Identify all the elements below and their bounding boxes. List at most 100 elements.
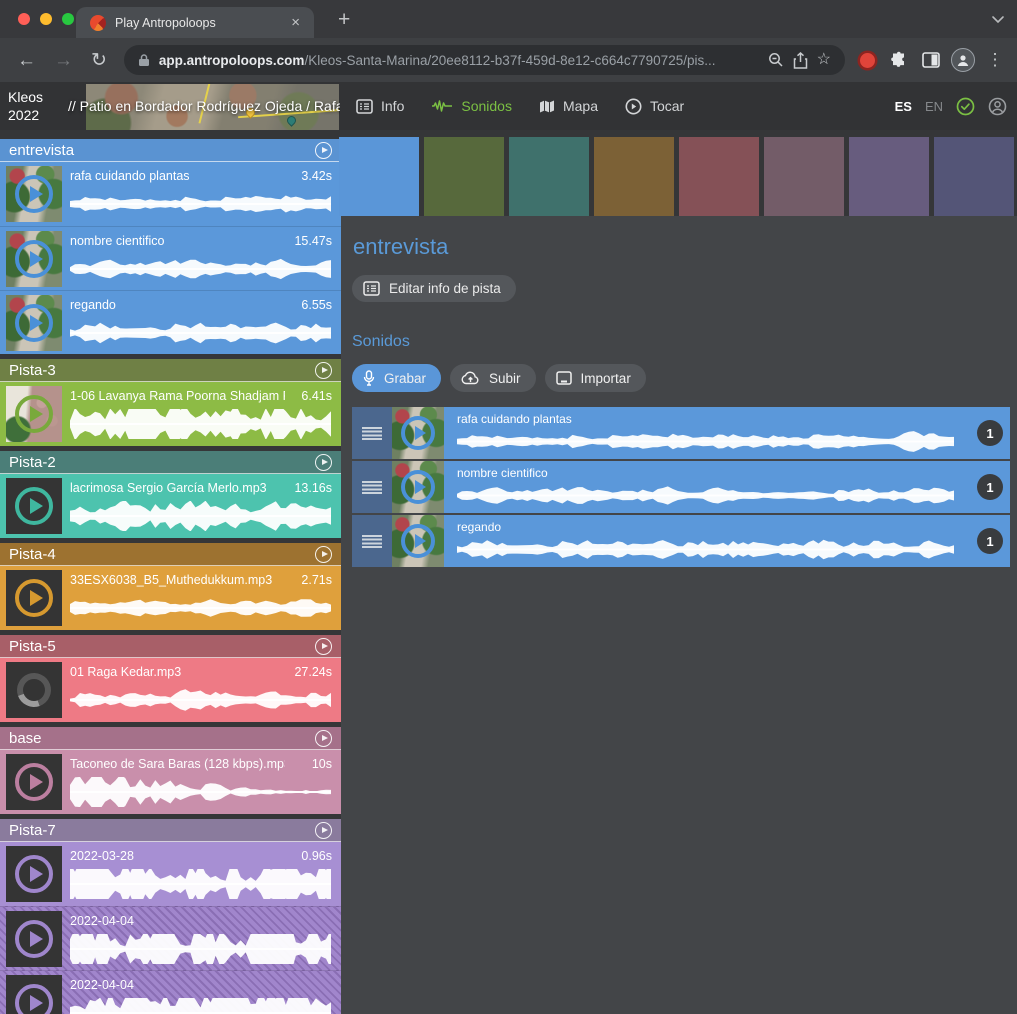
play-icon[interactable]: [401, 416, 435, 450]
bookmark-star-icon[interactable]: ☆: [817, 52, 831, 68]
sound-row[interactable]: nombre cientifico 15.47s: [0, 226, 341, 290]
sound-row[interactable]: 1-06 Lavanya Rama Poorna Shadjam Rupak..…: [0, 382, 341, 446]
play-icon[interactable]: [15, 920, 53, 958]
forward-button[interactable]: →: [45, 49, 82, 72]
sound-row-muted[interactable]: 2022-04-04: [0, 906, 341, 970]
section-play-button[interactable]: [315, 362, 332, 379]
sound-row-body[interactable]: nombre cientifico 1: [444, 461, 1010, 513]
section-play-button[interactable]: [315, 546, 332, 563]
sound-row[interactable]: Taconeo de Sara Baras (128 kbps).mp3 10s: [0, 750, 341, 814]
panel-sound-row[interactable]: rafa cuidando plantas 1: [352, 407, 1010, 459]
sound-thumbnail[interactable]: [6, 478, 62, 534]
play-icon[interactable]: [15, 984, 53, 1014]
track-square[interactable]: [849, 137, 929, 216]
upload-button[interactable]: Subir: [450, 364, 536, 392]
section-header[interactable]: Pista-5: [0, 635, 341, 658]
sound-row[interactable]: regando 6.55s: [0, 290, 341, 354]
play-icon[interactable]: [15, 240, 53, 278]
edit-track-info-button[interactable]: Editar info de pista: [352, 275, 516, 302]
sound-row[interactable]: 01 Raga Kedar.mp3 27.24s: [0, 658, 341, 722]
drag-handle[interactable]: [352, 407, 392, 459]
tab-sonidos[interactable]: Sonidos: [431, 98, 512, 114]
section-play-button[interactable]: [315, 454, 332, 471]
window-close-button[interactable]: [18, 13, 30, 25]
sound-row[interactable]: 33ESX6038_B5_Muthedukkum.mp3 2.71s: [0, 566, 341, 630]
new-tab-button[interactable]: +: [332, 6, 356, 34]
sound-thumbnail[interactable]: [6, 975, 62, 1014]
section-header[interactable]: base: [0, 727, 341, 750]
sound-thumbnail[interactable]: [6, 846, 62, 902]
track-square[interactable]: [934, 137, 1014, 216]
tab-mapa[interactable]: Mapa: [539, 98, 598, 114]
app-logo[interactable]: Kleos 2022: [8, 88, 43, 124]
play-icon[interactable]: [15, 487, 53, 525]
section-play-button[interactable]: [315, 638, 332, 655]
section-header[interactable]: Pista-3: [0, 359, 341, 382]
browser-menu-icon[interactable]: ⋮: [981, 46, 1009, 74]
track-square[interactable]: [509, 137, 589, 216]
track-square[interactable]: [424, 137, 504, 216]
sound-thumbnail[interactable]: [392, 461, 444, 513]
sound-thumbnail[interactable]: [392, 515, 444, 567]
section-header[interactable]: Pista-4: [0, 543, 341, 566]
sound-row-body[interactable]: rafa cuidando plantas 1: [444, 407, 1010, 459]
play-icon[interactable]: [15, 855, 53, 893]
window-zoom-button[interactable]: [62, 13, 74, 25]
track-square[interactable]: [764, 137, 844, 216]
play-icon[interactable]: [401, 470, 435, 504]
sound-thumbnail[interactable]: [6, 386, 62, 442]
track-square[interactable]: [679, 137, 759, 216]
account-icon[interactable]: [988, 97, 1007, 116]
browser-tab[interactable]: Play Antropoloops ×: [76, 7, 314, 38]
tab-search-chevron-icon[interactable]: [991, 12, 1005, 26]
section-play-button[interactable]: [315, 142, 332, 159]
section-play-button[interactable]: [315, 730, 332, 747]
lang-en[interactable]: EN: [925, 99, 943, 114]
panel-sound-row[interactable]: regando 1: [352, 515, 1010, 567]
sound-thumbnail[interactable]: [6, 911, 62, 967]
record-button[interactable]: Grabar: [352, 364, 441, 392]
play-icon[interactable]: [15, 175, 53, 213]
drag-handle[interactable]: [352, 461, 392, 513]
sound-thumbnail[interactable]: [6, 166, 62, 222]
sound-row-body[interactable]: regando 1: [444, 515, 1010, 567]
sound-thumbnail[interactable]: [6, 754, 62, 810]
import-button[interactable]: Importar: [545, 364, 646, 392]
sound-row[interactable]: 2022-03-28 0.96s: [0, 842, 341, 906]
lang-es[interactable]: ES: [895, 99, 912, 114]
reload-button[interactable]: ↻: [82, 49, 116, 72]
play-icon[interactable]: [15, 395, 53, 433]
back-button[interactable]: ←: [8, 49, 45, 72]
section-header[interactable]: Pista-7: [0, 819, 341, 842]
track-square-selected[interactable]: [339, 137, 419, 216]
play-icon[interactable]: [15, 763, 53, 801]
side-panel-icon[interactable]: [917, 46, 945, 74]
play-icon[interactable]: [401, 524, 435, 558]
address-bar[interactable]: app.antropoloops.com/Kleos-Santa-Marina/…: [124, 45, 845, 75]
sound-row[interactable]: rafa cuidando plantas 3.42s: [0, 162, 341, 226]
sound-thumbnail[interactable]: [6, 295, 62, 351]
extensions-puzzle-icon[interactable]: [885, 46, 913, 74]
panel-sound-row[interactable]: nombre cientifico 1: [352, 461, 1010, 513]
record-extension-icon[interactable]: [853, 46, 881, 74]
breadcrumb[interactable]: // Patio en Bordador Rodríguez Ojeda / R…: [68, 82, 340, 130]
sound-thumbnail[interactable]: [392, 407, 444, 459]
section-header[interactable]: Pista-2: [0, 451, 341, 474]
tab-info[interactable]: Info: [356, 98, 404, 114]
profile-avatar[interactable]: [949, 46, 977, 74]
sound-thumbnail[interactable]: [6, 231, 62, 287]
track-square[interactable]: [594, 137, 674, 216]
status-check-icon[interactable]: [956, 97, 975, 116]
sound-row[interactable]: lacrimosa Sergio García Merlo.mp3 13.16s: [0, 474, 341, 538]
tab-close-icon[interactable]: ×: [287, 13, 304, 32]
zoom-out-icon[interactable]: [768, 52, 784, 68]
section-play-button[interactable]: [315, 822, 332, 839]
drag-handle[interactable]: [352, 515, 392, 567]
sound-thumbnail[interactable]: [6, 662, 62, 718]
tab-tocar[interactable]: Tocar: [625, 98, 684, 115]
share-icon[interactable]: [793, 52, 808, 69]
window-minimize-button[interactable]: [40, 13, 52, 25]
section-header[interactable]: entrevista: [0, 139, 341, 162]
sound-row-muted[interactable]: 2022-04-04: [0, 970, 341, 1014]
play-icon[interactable]: [15, 579, 53, 617]
